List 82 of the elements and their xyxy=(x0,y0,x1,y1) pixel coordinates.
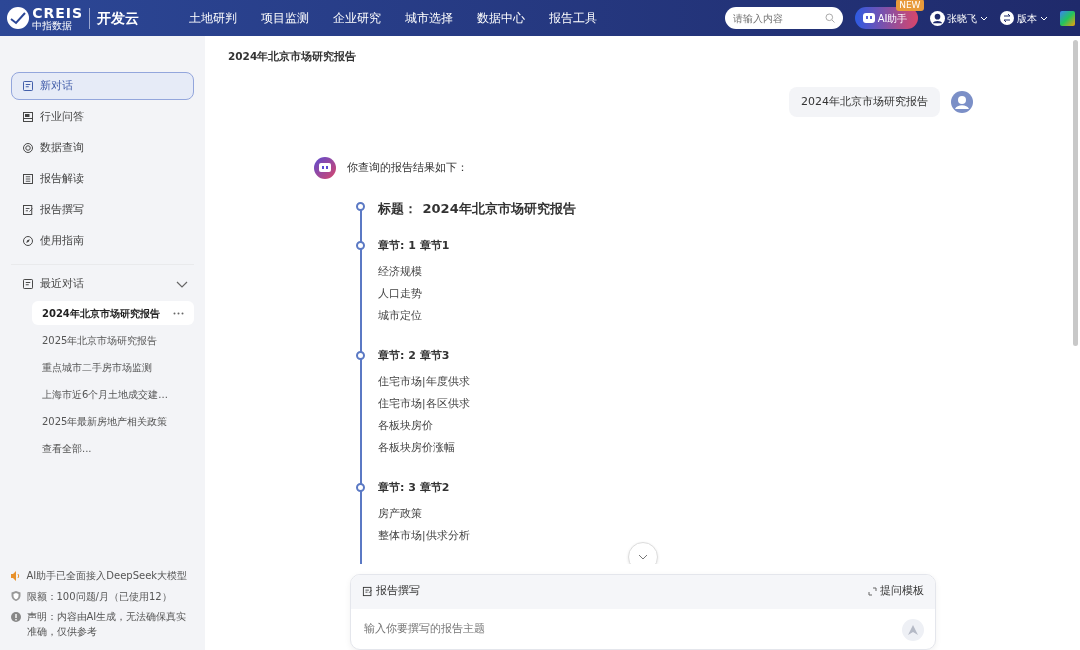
recent-chat-item[interactable]: 2024年北京市场研究报告 xyxy=(32,301,194,325)
chevron-icon xyxy=(175,280,188,288)
page-title: 2024年北京市场研究报告 xyxy=(228,49,357,64)
section-item: 各板块房价涨幅 xyxy=(378,440,455,453)
info-icon xyxy=(11,611,21,622)
expand-icon xyxy=(868,587,878,597)
sidebar-item[interactable]: 数据查询 xyxy=(11,134,194,162)
sidebar-item[interactable]: 行业问答 xyxy=(11,103,194,131)
nav-link[interactable]: 土地研判 xyxy=(188,9,237,27)
sidebar-item[interactable]: 报告解读 xyxy=(11,165,194,193)
view-all-link[interactable]: 查看全部... xyxy=(32,436,194,460)
recent-chat-item[interactable]: 上海市近6个月土地成交建... xyxy=(32,382,194,406)
new-badge: NEW xyxy=(896,0,924,11)
sidebar-item[interactable]: 使用指南 xyxy=(11,227,194,255)
timeline-node xyxy=(356,350,365,360)
user-menu[interactable]: 张晓飞 xyxy=(929,10,988,26)
version-menu[interactable]: 版本 xyxy=(1000,10,1048,26)
user-avatar-icon xyxy=(929,10,945,26)
bot-avatar-icon xyxy=(314,157,336,180)
caret-icon xyxy=(1039,15,1048,21)
ai-assistant-button[interactable]: AI助手 xyxy=(854,7,918,29)
section-item: 各板块房价 xyxy=(378,418,433,431)
app-grid-icon[interactable] xyxy=(1059,10,1075,26)
timeline-node xyxy=(356,240,365,250)
user-message: 2024年北京市场研究报告 xyxy=(789,86,940,118)
send-icon xyxy=(908,624,918,635)
notice-text: 声明：内容由AI生成，无法确保真实准确，仅供参考 xyxy=(26,610,188,639)
timeline-node xyxy=(356,482,365,492)
notice-text: AI助手已全面接入DeepSeek大模型 xyxy=(26,569,188,583)
chat-icon xyxy=(22,278,34,290)
send-button[interactable] xyxy=(902,618,924,641)
robot-icon xyxy=(862,12,875,24)
speaker-icon xyxy=(11,570,21,581)
section-item: 房产政策 xyxy=(378,506,422,519)
brand-subtitle: 中指数据 xyxy=(32,19,74,31)
sidebar-item[interactable]: 新对话 xyxy=(11,72,194,100)
recent-chats-header[interactable]: 最近对话 xyxy=(11,270,194,298)
document-icon xyxy=(22,111,34,123)
recent-chat-item[interactable]: 2025年北京市场研究报告 xyxy=(32,328,194,352)
search-icon xyxy=(824,13,835,23)
nav-link[interactable]: 企业研究 xyxy=(332,9,381,27)
section-item: 人口走势 xyxy=(378,286,422,299)
outline-label: 标题： xyxy=(378,200,417,219)
recent-chat-item[interactable]: 重点城市二手房市场监测 xyxy=(32,355,194,379)
edit-icon xyxy=(22,204,34,216)
template-link[interactable]: 提问模板 xyxy=(868,583,924,600)
nav-link[interactable]: 项目监测 xyxy=(260,9,309,27)
notice-text: 限额：100问题/月（已使用12） xyxy=(26,589,172,604)
edit-icon xyxy=(362,586,373,598)
section-item: 整体市场|供求分析 xyxy=(378,528,470,541)
report-title: 2024年北京市场研究报告 xyxy=(422,200,576,219)
shield-icon xyxy=(11,591,21,602)
section-item: 住宅市场|各区供求 xyxy=(378,396,470,409)
caret-icon xyxy=(980,15,988,21)
product-name: 开发云 xyxy=(88,7,139,29)
nav-link[interactable]: 城市选择 xyxy=(404,9,453,27)
sidebar-item[interactable]: 报告撰写 xyxy=(11,196,194,224)
scrollbar[interactable] xyxy=(1073,40,1078,346)
brand-name: CREIS xyxy=(32,5,84,20)
mode-label: 报告撰写 xyxy=(362,583,420,600)
compass-icon xyxy=(22,235,34,247)
search-field[interactable]: 请输入内容 xyxy=(724,7,843,29)
recent-chat-item[interactable]: 2025年最新房地产相关政策 xyxy=(32,409,194,433)
section-item: 经济规模 xyxy=(378,264,422,277)
bot-message: 你查询的报告结果如下： xyxy=(347,160,468,176)
more-icon[interactable] xyxy=(173,311,184,315)
section-item: 住宅市场|年度供求 xyxy=(378,374,470,387)
user-avatar-icon xyxy=(951,91,973,113)
timeline-node xyxy=(356,202,365,212)
chapter-heading: 章节: 1 章节1 xyxy=(378,237,451,254)
chapter-heading: 章节: 3 章节2 xyxy=(378,479,451,496)
chevron-icon xyxy=(638,553,648,560)
nav-link[interactable]: 数据中心 xyxy=(476,9,525,27)
scroll-down-button[interactable] xyxy=(628,541,658,564)
list-icon xyxy=(22,173,34,185)
chat-icon xyxy=(22,80,34,92)
nav-link[interactable]: 报告工具 xyxy=(548,9,597,27)
chapter-heading: 章节: 2 章节3 xyxy=(378,347,451,364)
logo-icon xyxy=(5,6,30,30)
swap-icon xyxy=(1000,11,1014,25)
target-icon xyxy=(22,142,34,154)
section-item: 城市定位 xyxy=(378,308,422,321)
